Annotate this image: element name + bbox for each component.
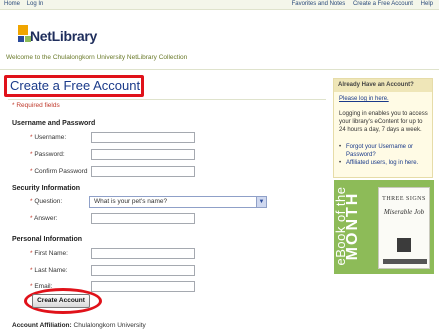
chevron-down-icon[interactable]: ▼ [256, 197, 266, 207]
login-here-link[interactable]: Please log in here. [339, 96, 389, 102]
site-header: NetLibrary Welcome to the Chulalongkorn … [0, 10, 439, 70]
sidebar-links: Forgot your Username or Password? Affili… [339, 143, 431, 167]
title-divider [8, 99, 326, 100]
book-cover-subtitle: Miserable Job [383, 208, 425, 216]
last-name-label: * Last Name: [30, 267, 68, 274]
login-link[interactable]: Log In [27, 1, 44, 7]
security-question-value: What is your pet's name? [94, 198, 168, 205]
ebook-banner-text: eBook of the MONTH [334, 186, 361, 266]
first-name-label: * First Name: [30, 250, 68, 257]
brand-name: NetLibrary [30, 28, 98, 44]
security-question-select[interactable]: What is your pet's name? ▼ [89, 196, 267, 208]
ebook-of-the-month-banner[interactable]: eBook of the MONTH THREE SIGNS Miserable… [334, 180, 434, 274]
forgot-credentials-link[interactable]: Forgot your Username or Password? [339, 143, 431, 159]
book-cover-footer [383, 259, 427, 264]
book-cover-illustration [397, 238, 411, 252]
help-link[interactable]: Help [421, 1, 433, 7]
login-sidebar: Already Have an Account? Please log in h… [333, 78, 433, 178]
question-label: * Question: [30, 198, 63, 205]
home-link[interactable]: Home [4, 1, 20, 7]
last-name-input[interactable] [91, 265, 195, 276]
section-security: Security Information [12, 185, 81, 192]
password-label: * Password: [30, 151, 65, 158]
sidebar-description: Logging in enables you to access your li… [339, 111, 428, 133]
favorites-link[interactable]: Favorites and Notes [292, 1, 346, 7]
welcome-text: Welcome to the Chulalongkorn University … [6, 54, 188, 61]
answer-input[interactable] [91, 213, 195, 224]
section-username-password: Username and Password [12, 120, 96, 127]
username-input[interactable] [91, 132, 195, 143]
top-nav-bar: Home Log In Favorites and Notes Create a… [0, 0, 439, 10]
top-nav-right: Favorites and Notes Create a Free Accoun… [286, 1, 433, 7]
page-title: Create a Free Account [10, 78, 141, 93]
required-note: * Required fields [12, 102, 60, 109]
username-label: * Username: [30, 134, 67, 141]
book-cover-title: THREE SIGNS [382, 196, 426, 202]
confirm-password-label: * Confirm Password [30, 168, 88, 175]
confirm-password-input[interactable] [91, 166, 195, 177]
answer-label: * Answer: [30, 215, 58, 222]
book-cover-image[interactable]: THREE SIGNS Miserable Job [378, 187, 430, 269]
top-nav-left: Home Log In [4, 1, 48, 7]
sidebar-heading: Already Have an Account? [334, 79, 432, 92]
create-account-button[interactable]: Create Account [32, 294, 90, 308]
affiliated-login-link[interactable]: Affiliated users, log in here. [339, 159, 431, 167]
create-account-link[interactable]: Create a Free Account [353, 1, 413, 7]
email-input[interactable] [91, 281, 195, 292]
password-input[interactable] [91, 149, 195, 160]
create-account-form: Create a Free Account * Required fields … [4, 74, 326, 335]
section-personal: Personal Information [12, 236, 83, 243]
first-name-input[interactable] [91, 248, 195, 259]
account-affiliation: Account Affiliation: Chulalongkorn Unive… [12, 322, 146, 329]
